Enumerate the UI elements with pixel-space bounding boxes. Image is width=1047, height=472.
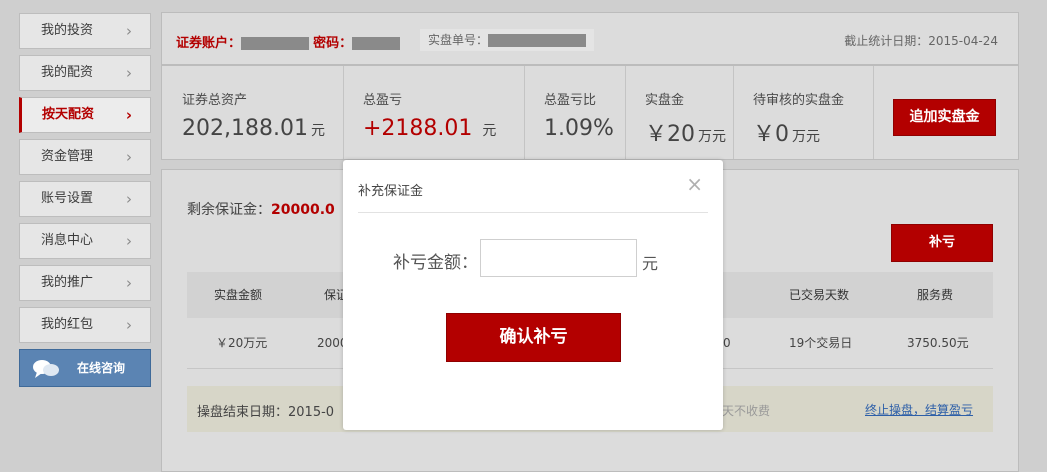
unit-label: 元 (642, 254, 659, 273)
amount-label: 补亏金额： (393, 253, 478, 273)
confirm-cover-button[interactable]: 确认补亏 (446, 313, 621, 362)
divider (358, 212, 708, 213)
close-icon[interactable]: × (686, 174, 703, 194)
dialog-title: 补充保证金 (358, 184, 424, 199)
supplement-margin-dialog: 补充保证金 × 补亏金额： 元 确认补亏 (343, 160, 723, 430)
amount-input[interactable] (480, 239, 637, 277)
